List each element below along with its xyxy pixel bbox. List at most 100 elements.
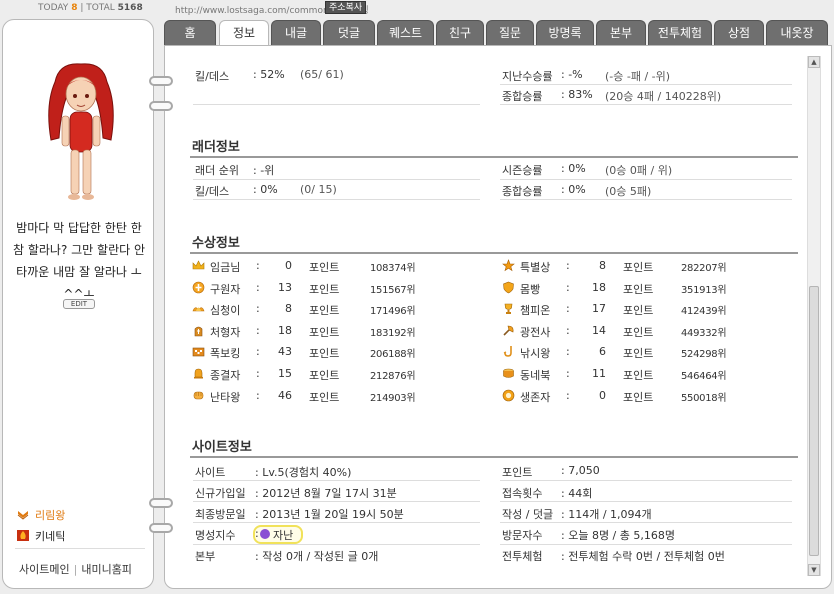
- tab-8[interactable]: 본부: [596, 20, 646, 45]
- link-kinetic[interactable]: 키네틱: [17, 528, 65, 544]
- battle-exp-value: : 전투체험 수락 0번 / 전투체험 0번: [561, 550, 725, 563]
- award-points-unit: 포인트: [309, 325, 340, 339]
- award-rank: 412439위: [681, 306, 727, 318]
- award-rank: 524298위: [681, 349, 727, 361]
- award-row: 종결자: 15 포인트 212876위: [192, 366, 432, 382]
- tab-9[interactable]: 전투체험: [648, 20, 712, 45]
- award-name: 낚시왕: [520, 347, 551, 361]
- total-winrate-detail: (20승 4패 / 140228위): [605, 90, 722, 103]
- ladder-total-value: : 0%: [561, 183, 586, 196]
- award-row: 구원자: 13 포인트 151567위: [192, 280, 432, 296]
- ladder-killdeath-value: : 0%: [253, 183, 278, 196]
- divider: [15, 548, 145, 549]
- my-minihome-link[interactable]: 내미니홈피: [81, 563, 132, 576]
- copy-address-button[interactable]: 주소복사: [325, 1, 367, 14]
- link-rirmwang[interactable]: 리림왕: [17, 507, 65, 523]
- tab-11[interactable]: 내옷장: [766, 20, 828, 45]
- fist-icon: [192, 389, 205, 402]
- section-divider: [190, 252, 798, 254]
- tab-6[interactable]: 질문: [486, 20, 534, 45]
- ladder-rank-value: : -위: [253, 164, 275, 177]
- ladder-killdeath-detail: (0/ 15): [300, 183, 337, 196]
- award-name: 동네북: [520, 369, 551, 382]
- hq-value: : 작성 0개 / 작성된 글 0개: [255, 550, 379, 563]
- award-points-unit: 포인트: [309, 347, 340, 361]
- award-colon: :: [256, 323, 260, 337]
- award-points-unit: 포인트: [623, 390, 654, 404]
- hq-label: 본부: [195, 550, 216, 563]
- ladder-section-title: 래더정보: [192, 140, 240, 155]
- award-points-unit: 포인트: [309, 261, 340, 274]
- info-panel: 킬/데스 : 52% (65/ 61) 지난수승률 : -% (-승 -패 / …: [164, 45, 832, 589]
- award-row: 심청이: 8 포인트 171496위: [192, 301, 432, 317]
- award-rank: 212876위: [370, 371, 416, 382]
- profile-panel: 밤마다 막 답답한 한탄 한참 할라나? 그만 할란다 안타까운 내맘 잘 알라…: [2, 19, 154, 589]
- tab-3[interactable]: 덧글: [323, 20, 375, 45]
- award-colon: :: [566, 345, 570, 359]
- divider: [500, 199, 792, 200]
- award-colon: :: [256, 259, 260, 272]
- award-row: 특별상: 8 포인트 282207위: [502, 258, 742, 274]
- award-points: 18: [592, 280, 606, 294]
- award-rank: 282207위: [681, 263, 727, 274]
- award-points: 14: [592, 323, 606, 337]
- season-winrate-label: 시즌승률: [502, 164, 543, 177]
- award-row: 생존자: 0 포인트 550018위: [502, 388, 742, 404]
- scrollbar-thumb[interactable]: [809, 286, 819, 556]
- award-row: 폭보킹: 43 포인트 206188위: [192, 344, 432, 360]
- star-icon: [502, 259, 515, 272]
- award-colon: :: [566, 302, 570, 316]
- tab-7[interactable]: 방명록: [536, 20, 594, 45]
- trophy-icon: [502, 302, 515, 315]
- tab-2[interactable]: 내글: [271, 20, 321, 45]
- award-colon: :: [566, 280, 570, 294]
- award-points: 8: [599, 259, 606, 272]
- scrollbar[interactable]: ▲ ▼: [807, 56, 821, 576]
- binder-ring: [149, 523, 173, 533]
- section-divider: [190, 156, 798, 158]
- crown-icon: [192, 259, 205, 272]
- scroll-down-arrow-icon[interactable]: ▼: [808, 564, 820, 576]
- binder-ring: [149, 76, 173, 86]
- shield-icon: [502, 281, 515, 294]
- ladder-total-label: 종합승률: [502, 185, 543, 198]
- killdeath-detail: (65/ 61): [300, 68, 344, 81]
- tab-0[interactable]: 홈: [164, 20, 216, 45]
- scroll-up-arrow-icon[interactable]: ▲: [808, 56, 820, 68]
- award-row: 몸빵: 18 포인트 351913위: [502, 280, 742, 296]
- chevron-rank-icon: [17, 509, 29, 520]
- award-row: 난타왕: 46 포인트 214903위: [192, 388, 432, 404]
- award-points-unit: 포인트: [623, 369, 654, 382]
- award-points-unit: 포인트: [309, 390, 340, 404]
- divider: [193, 199, 480, 200]
- award-points-unit: 포인트: [623, 325, 654, 339]
- flame-icon: [17, 530, 29, 541]
- binder-ring: [149, 498, 173, 508]
- award-points-unit: 포인트: [309, 282, 340, 296]
- award-row: 처형자: 18 포인트 183192위: [192, 323, 432, 339]
- award-row: 낚시왕: 6 포인트 524298위: [502, 344, 742, 360]
- award-points-unit: 포인트: [623, 347, 654, 361]
- award-name: 임금님: [210, 261, 241, 274]
- points-value: : 7,050: [561, 464, 600, 477]
- posts-comments-value: : 114개 / 1,094개: [561, 508, 652, 521]
- award-colon: :: [566, 259, 570, 272]
- award-rank: 206188위: [370, 349, 416, 361]
- award-points: 43: [278, 345, 292, 359]
- bottom-links: 사이트메인 | 내미니홈피: [19, 563, 132, 576]
- tab-10[interactable]: 상점: [714, 20, 764, 45]
- award-name: 생존자: [520, 390, 551, 404]
- join-date-label: 신규가입일: [195, 487, 246, 500]
- divider: [500, 522, 792, 523]
- tab-5[interactable]: 친구: [436, 20, 484, 45]
- lotus-icon: [192, 302, 205, 315]
- drum-icon: [502, 367, 515, 380]
- edit-message-button[interactable]: EDIT: [63, 299, 95, 309]
- tab-1[interactable]: 정보: [219, 20, 269, 47]
- divider: [500, 84, 792, 85]
- season-winrate-detail: (0승 0패 / 위): [605, 164, 673, 177]
- profile-message: 밤마다 막 답답한 한탄 한참 할라나? 그만 할란다 안타까운 내맘 잘 알라…: [12, 221, 146, 301]
- tab-4[interactable]: 퀘스트: [377, 20, 434, 45]
- divider: [193, 179, 480, 180]
- site-main-link[interactable]: 사이트메인: [19, 563, 70, 576]
